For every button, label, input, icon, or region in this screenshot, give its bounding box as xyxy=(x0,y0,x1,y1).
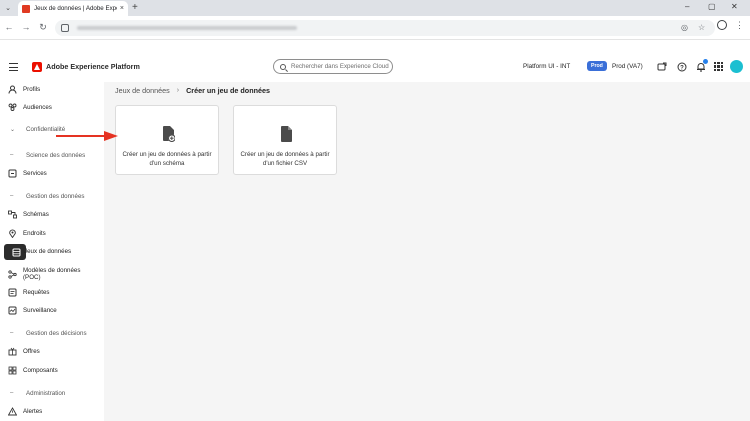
nav-item-offres[interactable]: Offres xyxy=(0,344,104,359)
nav-label: Offres xyxy=(23,348,40,355)
browser-tab-strip: ⌄ Jeux de données | Adobe Expe × + – ▢ ✕ xyxy=(0,0,750,16)
nav-label: Services xyxy=(23,170,47,177)
site-info-icon[interactable] xyxy=(61,24,69,32)
section-label: Science des données xyxy=(26,151,86,159)
apps-grid-icon[interactable] xyxy=(713,61,724,72)
nav-item-requetes[interactable]: Requêtes xyxy=(0,285,104,300)
close-window-icon[interactable]: ✕ xyxy=(731,2,738,11)
reload-icon[interactable]: ↻ xyxy=(37,22,49,33)
file-icon xyxy=(281,126,292,142)
nav-label: Requêtes xyxy=(23,289,50,296)
chevron-right-icon: – xyxy=(10,390,14,396)
page-title: Créer un jeu de données xyxy=(186,86,270,95)
maximize-icon[interactable]: ▢ xyxy=(708,2,716,11)
browser-profile-icon[interactable] xyxy=(717,20,727,30)
browser-toolbar: ← → ↻ ◎ ☆ xyxy=(0,16,750,40)
search-icon xyxy=(280,63,286,70)
section-label: Gestion des décisions xyxy=(26,329,87,337)
data-model-icon xyxy=(8,269,17,279)
nav-item-modeles-de-donnees[interactable]: Modèles de données (POC) xyxy=(0,263,104,285)
create-from-schema-card[interactable]: Créer un jeu de données à partir d'un sc… xyxy=(115,105,219,175)
close-tab-icon[interactable]: × xyxy=(120,5,124,12)
nav-item-profils[interactable]: Profils xyxy=(0,82,104,97)
search-input[interactable] xyxy=(291,63,389,70)
user-avatar[interactable] xyxy=(730,60,743,73)
minimize-icon[interactable]: – xyxy=(685,2,689,11)
breadcrumb-link-jeux-de-donnees[interactable]: Jeux de données xyxy=(115,86,170,95)
adobe-logo-icon xyxy=(32,62,42,72)
profile-icon xyxy=(8,85,17,94)
queries-icon xyxy=(8,288,17,297)
address-bar[interactable]: ◎ ☆ xyxy=(55,20,715,36)
nav-label: Alertes xyxy=(23,408,43,415)
offers-icon xyxy=(8,347,17,356)
schema-icon xyxy=(8,210,17,219)
main-content: Jeux de données › Créer un jeu de donnée… xyxy=(104,82,750,421)
create-from-schema-icon xyxy=(163,126,175,142)
nav-item-audiences[interactable]: Audiences xyxy=(0,100,104,115)
nav-section-science-des-donnees[interactable]: – Science des données xyxy=(0,149,104,161)
nav-item-schemas[interactable]: Schémas xyxy=(0,207,104,222)
app-header: Adobe Experience Platform Platform UI - … xyxy=(0,54,750,82)
chevron-right-icon: – xyxy=(10,330,14,336)
chevron-down-icon: ⌄ xyxy=(10,126,16,133)
nav-label: Profils xyxy=(23,86,41,93)
breadcrumb-separator-icon: › xyxy=(176,87,180,94)
svg-text:?: ? xyxy=(680,65,684,71)
nav-item-endroits[interactable]: Endroits xyxy=(0,226,104,241)
nav-label: Composants xyxy=(23,367,58,374)
sandbox-badge: Prod xyxy=(587,61,607,71)
alert-icon xyxy=(8,407,17,416)
notifications-bell-icon[interactable] xyxy=(695,59,708,72)
chevron-right-icon: – xyxy=(10,152,14,158)
new-tab-button[interactable]: + xyxy=(132,3,138,13)
hamburger-menu-icon[interactable] xyxy=(9,63,18,71)
app-title: Adobe Experience Platform xyxy=(46,62,140,71)
browser-menu-icon[interactable]: ⋮ xyxy=(735,20,744,31)
breadcrumb: Jeux de données › Créer un jeu de donnée… xyxy=(115,86,270,95)
nav-section-gestion-des-donnees[interactable]: – Gestion des données xyxy=(0,190,104,202)
org-switcher[interactable]: Platform UI - INT xyxy=(523,63,570,70)
card-label: Créer un jeu de données à partir d'un sc… xyxy=(122,151,212,167)
chevron-right-icon: – xyxy=(10,193,14,199)
section-label: Administration xyxy=(26,389,66,397)
tab-search-chevron-icon[interactable]: ⌄ xyxy=(3,3,13,13)
annotation-arrow-icon xyxy=(56,131,118,141)
nav-label: Audiences xyxy=(23,104,52,111)
nav-section-administration[interactable]: – Administration xyxy=(0,387,104,399)
nav-item-composants[interactable]: Composants xyxy=(0,363,104,378)
nav-label: Jeux de données xyxy=(24,248,72,255)
adobe-favicon-icon xyxy=(22,4,30,13)
audiences-icon xyxy=(8,103,17,112)
browser-tab-title: Jeux de données | Adobe Expe xyxy=(34,5,117,12)
notification-indicator xyxy=(703,59,708,64)
bookmark-star-icon[interactable]: ☆ xyxy=(698,23,705,32)
eye-off-icon[interactable]: ◎ xyxy=(681,23,688,32)
nav-label: Surveillance xyxy=(23,307,57,314)
create-from-csv-card[interactable]: Créer un jeu de données à partir d'un fi… xyxy=(233,105,337,175)
nav-item-jeux-de-donnees-label[interactable]: Jeux de données xyxy=(18,244,104,259)
monitoring-icon xyxy=(8,306,17,315)
browser-tab[interactable]: Jeux de données | Adobe Expe × xyxy=(18,1,128,16)
back-icon[interactable]: ← xyxy=(3,22,15,32)
card-label: Créer un jeu de données à partir d'un fi… xyxy=(240,151,330,167)
blurred-url xyxy=(77,26,297,30)
section-label: Gestion des données xyxy=(26,192,85,200)
nav-item-surveillance[interactable]: Surveillance xyxy=(0,303,104,318)
components-icon xyxy=(8,366,17,375)
nav-label: Endroits xyxy=(23,230,46,237)
global-search[interactable] xyxy=(273,59,393,74)
services-icon xyxy=(8,169,17,178)
nav-item-alertes[interactable]: Alertes xyxy=(0,404,104,419)
forward-icon[interactable]: → xyxy=(20,22,32,32)
nav-label: Modèles de données (POC) xyxy=(23,267,81,281)
help-icon[interactable]: ? xyxy=(676,61,687,72)
nav-item-services[interactable]: Services xyxy=(0,166,104,181)
sandbox-switcher[interactable]: Prod (VA7) xyxy=(612,63,643,70)
location-icon xyxy=(8,229,17,238)
nav-section-gestion-des-decisions[interactable]: – Gestion des décisions xyxy=(0,327,104,339)
feedback-icon[interactable] xyxy=(656,61,667,72)
nav-label: Schémas xyxy=(23,211,49,218)
